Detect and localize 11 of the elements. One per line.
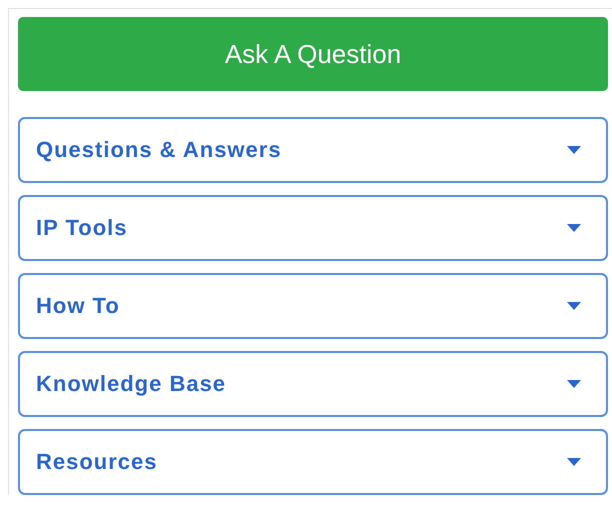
menu-dropdown[interactable]: IP Tools xyxy=(18,195,608,261)
caret-icon xyxy=(566,457,582,467)
caret-icon xyxy=(566,145,582,155)
ask-question-button[interactable]: Ask A Question xyxy=(18,17,608,91)
menu-dropdown[interactable]: How To xyxy=(18,273,608,339)
menu-dropdown[interactable]: Knowledge Base xyxy=(18,351,608,417)
menu-dropdown[interactable]: Resources xyxy=(18,429,608,495)
caret-icon xyxy=(566,223,582,233)
menu-dropdown[interactable]: Questions & Answers xyxy=(18,117,608,183)
caret-icon xyxy=(566,301,582,311)
caret-icon xyxy=(566,379,582,389)
